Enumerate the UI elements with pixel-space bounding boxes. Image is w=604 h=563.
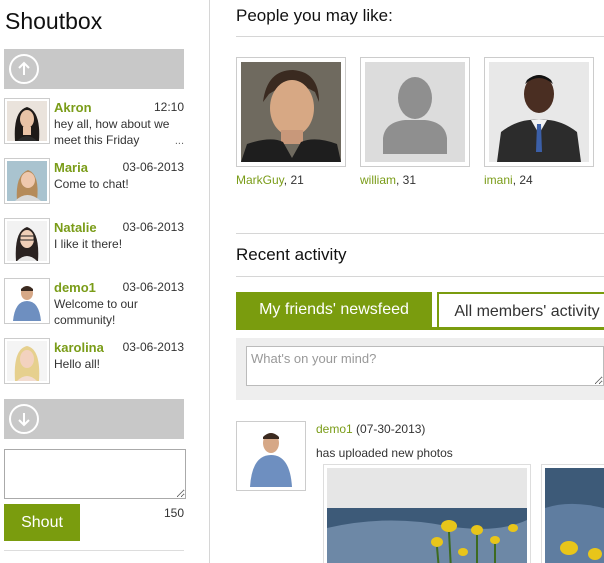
person-photo[interactable] — [236, 57, 346, 167]
shoutbox-panel: Shoutbox Akron 12:10 hey all, how about … — [0, 0, 210, 563]
person-name[interactable]: imani — [484, 173, 513, 187]
photo-thumbnail[interactable] — [323, 464, 531, 563]
person-name[interactable]: MarkGuy — [236, 173, 284, 187]
photo-thumbnail[interactable] — [541, 464, 604, 563]
shoutbox-title: Shoutbox — [5, 8, 103, 34]
people-heading: People you may like: — [236, 6, 393, 25]
avatar[interactable] — [4, 158, 50, 204]
shout-time: 12:10 — [153, 100, 184, 114]
more-indicator[interactable]: ... — [175, 135, 184, 147]
shout-author[interactable]: Maria — [54, 160, 88, 175]
default-avatar-icon — [365, 62, 465, 162]
shout-list: Akron 12:10 hey all, how about we meet t… — [4, 97, 186, 397]
person-card[interactable]: william, 31 — [360, 57, 470, 187]
arrow-up-icon — [9, 54, 39, 84]
shout-author[interactable]: Natalie — [54, 220, 97, 235]
person-photo[interactable] — [360, 57, 470, 167]
avatar[interactable] — [4, 218, 50, 264]
tab-underline — [236, 327, 604, 330]
activity-text: has uploaded new photos — [316, 446, 453, 460]
shout-time: 03-06-2013 — [122, 220, 184, 234]
shout-message: Come to chat! — [54, 177, 129, 191]
shout-item: demo1 03-06-2013 Welcome to our communit… — [4, 277, 186, 337]
shout-input[interactable] — [4, 449, 186, 499]
activity-date: (07-30-2013) — [352, 422, 426, 436]
person-age: , 24 — [512, 173, 533, 187]
person-age: , 21 — [283, 173, 304, 187]
shout-time: 03-06-2013 — [122, 280, 184, 294]
shout-item: Akron 12:10 hey all, how about we meet t… — [4, 97, 186, 157]
avatar[interactable] — [4, 278, 50, 324]
avatar[interactable] — [4, 338, 50, 384]
person-age: , 31 — [396, 173, 417, 187]
status-composer — [236, 338, 604, 400]
shout-message: I like it there! — [54, 237, 123, 251]
main-content: People you may like: MarkGuy, 21 william… — [236, 0, 604, 563]
scroll-down-button[interactable] — [4, 399, 184, 439]
shout-author[interactable]: Akron — [54, 100, 92, 115]
char-counter: 150 — [164, 506, 185, 520]
shout-item: Natalie 03-06-2013 I like it there! — [4, 217, 186, 277]
arrow-down-icon — [9, 404, 39, 434]
shout-button[interactable]: Shout — [4, 504, 80, 541]
recent-activity-heading: Recent activity — [236, 245, 347, 264]
shout-message: Welcome to our community! — [54, 297, 138, 327]
status-input[interactable] — [246, 346, 604, 386]
activity-user[interactable]: demo1 — [316, 422, 353, 436]
divider — [236, 276, 604, 277]
person-card[interactable]: imani, 24 — [484, 57, 594, 187]
person-name[interactable]: william — [360, 173, 396, 187]
divider — [236, 36, 604, 37]
person-photo[interactable] — [484, 57, 594, 167]
avatar[interactable] — [236, 421, 306, 491]
shout-message: Hello all! — [54, 357, 101, 371]
divider — [4, 550, 184, 551]
scroll-up-button[interactable] — [4, 49, 184, 89]
shout-item: Maria 03-06-2013 Come to chat! — [4, 157, 186, 217]
avatar[interactable] — [4, 98, 50, 144]
shout-message: hey all, how about we meet this Friday — [54, 117, 170, 147]
shout-author[interactable]: karolina — [54, 340, 104, 355]
shout-time: 03-06-2013 — [122, 340, 184, 354]
tab-friends-newsfeed[interactable]: My friends' newsfeed — [236, 292, 432, 329]
shout-time: 03-06-2013 — [122, 160, 184, 174]
shout-item: karolina 03-06-2013 Hello all! — [4, 337, 186, 397]
shout-author[interactable]: demo1 — [54, 280, 96, 295]
person-card[interactable]: MarkGuy, 21 — [236, 57, 346, 187]
divider — [236, 233, 604, 234]
tab-all-members-activity[interactable]: All members' activity — [437, 292, 604, 329]
activity-header: demo1 (07-30-2013) — [316, 422, 425, 436]
